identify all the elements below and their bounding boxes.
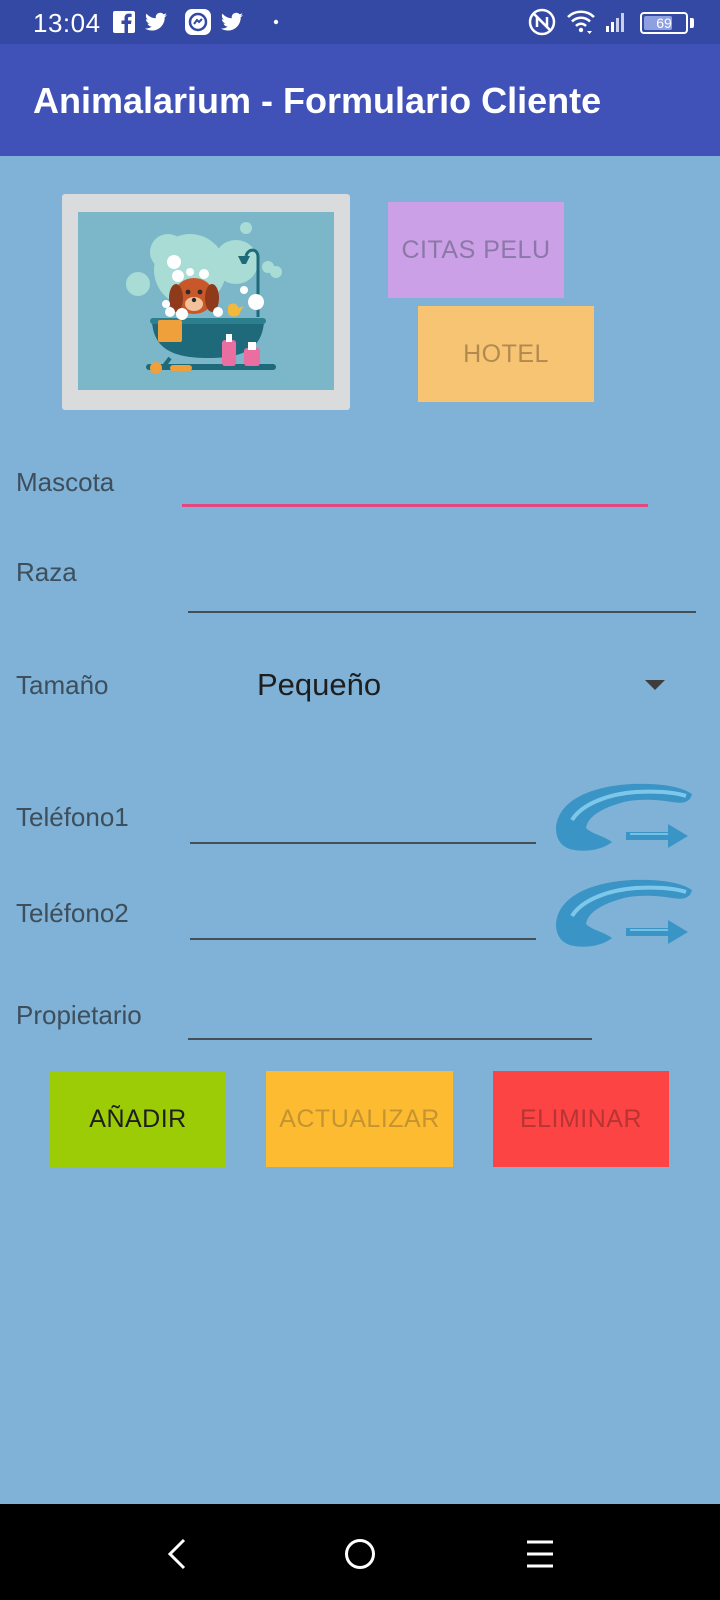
- battery-tip: [690, 18, 694, 28]
- twitter-icon: [145, 12, 167, 31]
- telefono1-label: Teléfono1: [16, 802, 129, 832]
- citas-pelu-button[interactable]: CITAS PELU: [388, 202, 564, 298]
- pet-image-frame: [62, 194, 350, 410]
- app-bar: Animalarium - Formulario Cliente: [0, 44, 720, 156]
- battery-percent: 69: [656, 15, 672, 31]
- dog-bath-illustration: [78, 212, 334, 390]
- mascota-input[interactable]: [182, 460, 648, 504]
- tamano-selected-value: Pequeño: [257, 667, 382, 702]
- facebook-icon: [113, 11, 135, 33]
- chevron-down-icon[interactable]: [645, 680, 665, 690]
- telefono1-input[interactable]: [190, 790, 536, 842]
- call-phone1-icon[interactable]: [552, 780, 696, 856]
- dot-icon: [273, 19, 279, 25]
- telefono2-label: Teléfono2: [16, 898, 129, 928]
- mascota-underline: [182, 504, 648, 507]
- nfc-icon: [528, 8, 556, 36]
- battery-icon: 69: [640, 12, 688, 34]
- dog-bath-image: [126, 222, 282, 374]
- back-icon[interactable]: [158, 1534, 198, 1574]
- propietario-input[interactable]: [188, 988, 592, 1038]
- mascota-label: Mascota: [16, 467, 115, 497]
- delete-button[interactable]: ELIMINAR: [493, 1071, 669, 1167]
- tamano-label: Tamaño: [16, 670, 109, 700]
- telefono2-input[interactable]: [190, 886, 536, 938]
- telefono2-underline: [190, 938, 536, 940]
- raza-input[interactable]: [188, 560, 696, 610]
- home-icon[interactable]: [340, 1534, 380, 1574]
- propietario-underline: [188, 1038, 592, 1040]
- update-button[interactable]: ACTUALIZAR: [266, 1071, 453, 1167]
- hotel-button[interactable]: HOTEL: [418, 306, 594, 402]
- add-button[interactable]: AÑADIR: [50, 1071, 226, 1167]
- status-time: 13:04: [33, 8, 101, 38]
- app-title: Animalarium - Formulario Cliente: [33, 80, 602, 121]
- twitter-icon: [221, 12, 243, 31]
- signal-icon: [606, 13, 624, 32]
- raza-label: Raza: [16, 557, 77, 587]
- raza-underline: [188, 611, 696, 613]
- system-nav-bar: [0, 1504, 720, 1600]
- menu-icon[interactable]: [520, 1534, 560, 1574]
- propietario-label: Propietario: [16, 1000, 142, 1030]
- messenger-icon: [185, 9, 211, 35]
- call-phone2-icon[interactable]: [552, 876, 696, 952]
- wifi-icon: [567, 10, 595, 34]
- telefono1-underline: [190, 842, 536, 844]
- status-bar: 13:04 69: [0, 0, 720, 44]
